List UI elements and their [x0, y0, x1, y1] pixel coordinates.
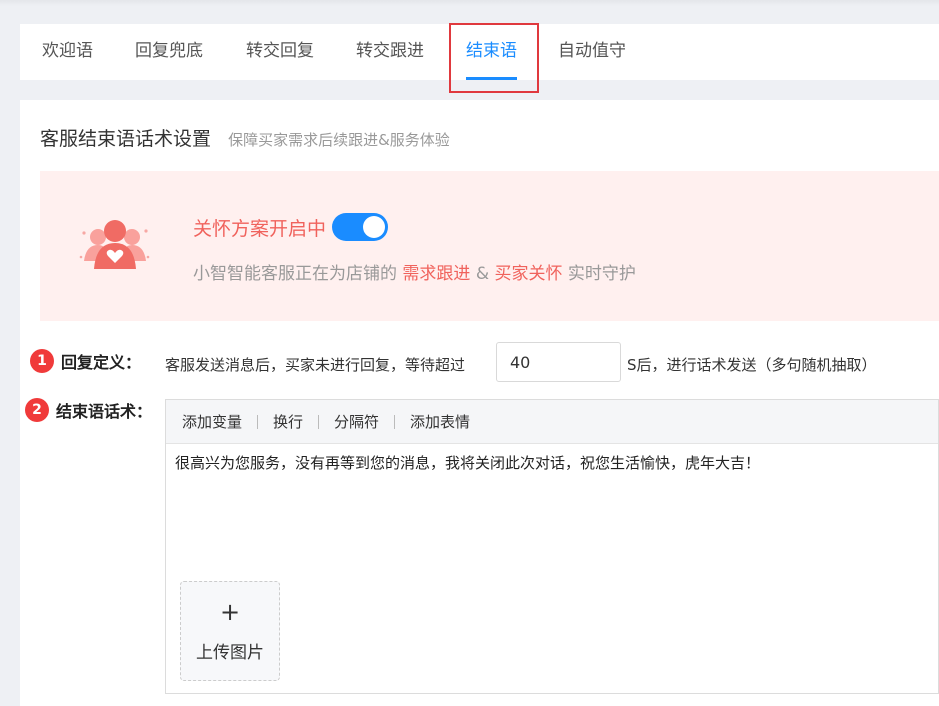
closing-script-editor: 添加变量 换行 分隔符 添加表情 很高兴为您服务，没有再等到您的消息，我将关闭此… — [165, 399, 939, 694]
reply-definition-label: 1 回复定义： — [30, 349, 141, 373]
card-title: 客服结束语话术设置 — [40, 128, 212, 150]
plus-icon: + — [219, 598, 241, 626]
care-status-row: 关怀方案开启中 — [193, 213, 389, 241]
separator-button[interactable]: 分隔符 — [334, 411, 379, 432]
toolbar-divider — [394, 414, 396, 429]
tab-bar: 欢迎语 回复兜底 转交回复 转交跟进 结束语 自动值守 — [20, 23, 939, 93]
closing-script-label: 2 结束语话术： — [25, 398, 152, 422]
settings-card: 客服结束语话术设置 保障买家需求后续跟进&服务体验 关怀方案开启中 小智智能客服… — [20, 100, 939, 706]
toolbar-divider — [318, 414, 320, 429]
toolbar-divider — [257, 414, 259, 429]
toggle-knob — [363, 216, 386, 238]
care-plan-toggle[interactable] — [332, 213, 389, 241]
reply-definition-text: 客服发送消息后，买家未进行回复，等待超过 — [165, 356, 466, 374]
editor-toolbar: 添加变量 换行 分隔符 添加表情 — [166, 400, 938, 444]
line-break-button[interactable]: 换行 — [273, 411, 303, 432]
users-heart-icon — [79, 220, 150, 269]
upload-image-label: 上传图片 — [196, 643, 264, 663]
care-plan-title: 关怀方案开启中 — [193, 217, 327, 240]
add-variable-button[interactable]: 添加变量 — [182, 411, 242, 432]
tab-auto-guard[interactable]: 自动值守 — [558, 24, 626, 80]
upload-image-button[interactable]: + 上传图片 — [180, 581, 280, 681]
tab-welcome[interactable]: 欢迎语 — [42, 24, 93, 80]
add-emoji-button[interactable]: 添加表情 — [410, 411, 470, 432]
step-badge-2: 2 — [25, 398, 49, 422]
card-header: 客服结束语话术设置 保障买家需求后续跟进&服务体验 — [40, 124, 450, 151]
card-subtitle: 保障买家需求后续跟进&服务体验 — [228, 131, 450, 149]
closing-script-textarea[interactable]: 很高兴为您服务，没有再等到您的消息，我将关闭此次对话，祝您生活愉快，虎年大吉！ — [175, 452, 930, 473]
highlight-buyer-care: 买家关怀 — [494, 264, 563, 284]
tab-transfer-reply[interactable]: 转交回复 — [246, 24, 314, 80]
reply-definition-tail: S后，进行话术发送（多句随机抽取） — [627, 356, 877, 374]
tab-reply-fallback[interactable]: 回复兜底 — [135, 24, 203, 80]
top-shadow-bar — [0, 0, 939, 6]
wait-seconds-input[interactable] — [496, 342, 621, 382]
care-description: 小智智能客服正在为店铺的 需求跟进 & 买家关怀 实时守护 — [193, 264, 636, 284]
highlight-demand-followup: 需求跟进 — [402, 264, 471, 284]
care-banner: 关怀方案开启中 小智智能客服正在为店铺的 需求跟进 & 买家关怀 实时守护 — [40, 171, 939, 321]
step-badge-1: 1 — [30, 349, 54, 373]
tab-highlight-box — [449, 23, 539, 93]
tab-transfer-followup[interactable]: 转交跟进 — [356, 24, 424, 80]
